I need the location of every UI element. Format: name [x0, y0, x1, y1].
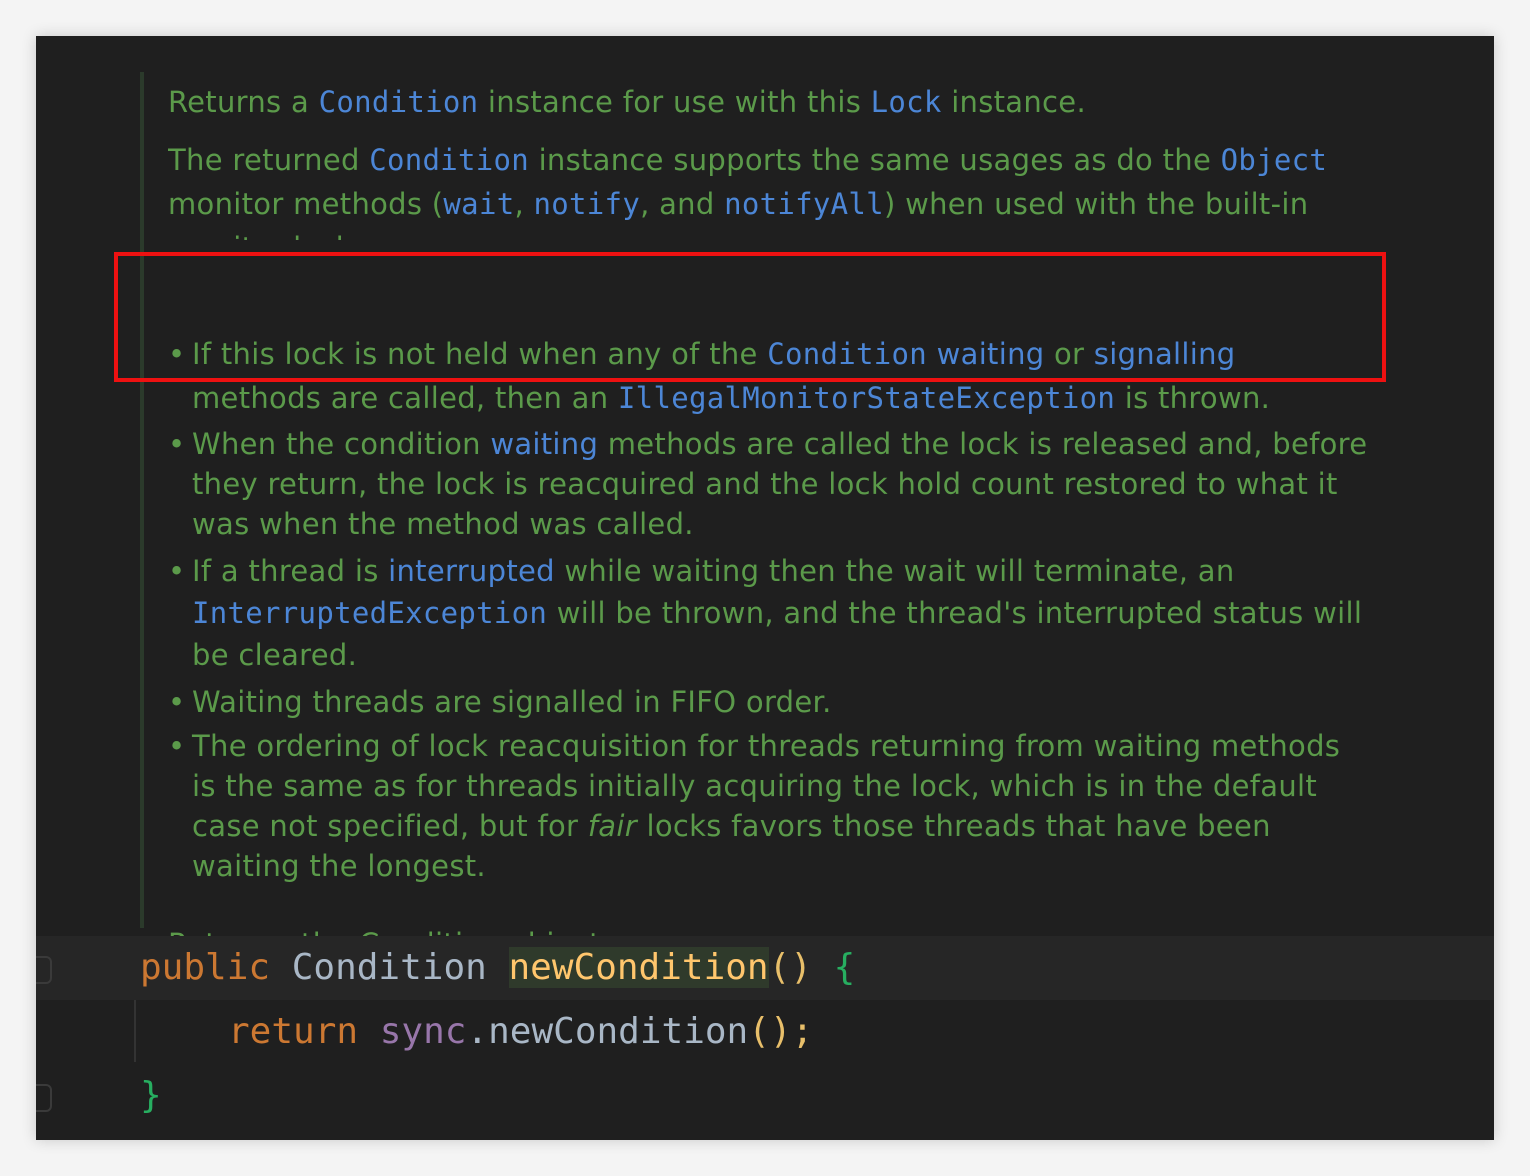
- type-condition[interactable]: Condition: [292, 947, 487, 988]
- doc-text: while waiting then the wait will termina…: [554, 554, 1235, 588]
- doc-text: Returns a: [168, 85, 319, 119]
- doc-text: The returned: [168, 143, 370, 177]
- doc-text: , and: [640, 187, 725, 221]
- list-item: • When the condition waiting methods are…: [168, 424, 1372, 544]
- doc-text: If a thread is: [192, 554, 389, 588]
- close-brace: }: [140, 1075, 162, 1116]
- method-call-newcondition[interactable]: newCondition: [488, 1011, 748, 1052]
- list-item: • Waiting threads are signalled in FIFO …: [168, 680, 1372, 724]
- dot: .: [466, 1011, 489, 1052]
- semicolon: ;: [791, 1011, 814, 1052]
- doc-link-object[interactable]: Object: [1221, 143, 1328, 177]
- doc-link-lock[interactable]: Lock: [871, 85, 942, 119]
- bullet-icon: •: [168, 729, 186, 763]
- method-name-newcondition[interactable]: newCondition: [508, 947, 769, 988]
- doc-text: Waiting threads are signalled in FIFO or…: [192, 685, 832, 719]
- red-highlight-rectangle: [114, 252, 1386, 382]
- bullet-icon: •: [168, 554, 186, 588]
- doc-link-waiting[interactable]: waiting: [490, 427, 598, 461]
- keyword-return: return: [228, 1011, 359, 1052]
- doc-paragraph-usage: The returned Condition instance supports…: [168, 138, 1388, 240]
- doc-paragraph-clip: The returned Condition instance supports…: [168, 138, 1388, 240]
- doc-link-notify[interactable]: notify: [534, 187, 641, 221]
- doc-paragraph-summary: Returns a Condition instance for use wit…: [168, 80, 1086, 124]
- open-brace: {: [833, 947, 856, 988]
- field-sync[interactable]: sync: [380, 1011, 467, 1052]
- doc-text: instance.: [941, 85, 1086, 119]
- doc-text: monitor methods (: [168, 187, 444, 221]
- parentheses: (): [748, 1011, 792, 1052]
- code-line-2[interactable]: return sync.newCondition();: [228, 1000, 813, 1064]
- code-line-1[interactable]: public Condition newCondition() {: [140, 936, 855, 1000]
- doc-link-wait[interactable]: wait: [443, 187, 514, 221]
- doc-emphasis-fair: fair: [587, 809, 637, 843]
- code-line-3[interactable]: }: [140, 1064, 162, 1128]
- bullet-icon: •: [168, 685, 186, 719]
- doc-text: instance supports the same usages as do …: [529, 143, 1221, 177]
- fold-marker-icon[interactable]: [36, 956, 52, 984]
- doc-comment-bar: [140, 72, 144, 928]
- doc-link-interrupted[interactable]: interrupted: [388, 554, 555, 588]
- list-item: • If a thread is interrupted while waiti…: [168, 550, 1372, 676]
- fold-marker-icon[interactable]: [36, 1084, 52, 1112]
- doc-link-interruptedexception[interactable]: InterruptedException: [192, 596, 547, 630]
- doc-text: instance for use with this: [478, 85, 871, 119]
- doc-link-condition[interactable]: Condition: [319, 85, 479, 119]
- doc-link-illegalmonitorstateexception[interactable]: IllegalMonitorStateException: [618, 381, 1115, 415]
- editor-window: Returns a Condition instance for use wit…: [36, 36, 1494, 1140]
- list-item: • The ordering of lock reacquisition for…: [168, 726, 1372, 886]
- parentheses: (): [768, 947, 812, 988]
- indent-guide: [134, 1000, 136, 1062]
- doc-text: is thrown.: [1115, 381, 1271, 415]
- doc-text: methods are called, then an: [192, 381, 618, 415]
- doc-link-condition[interactable]: Condition: [369, 143, 529, 177]
- bullet-icon: •: [168, 427, 186, 461]
- keyword-public: public: [140, 947, 271, 988]
- doc-text: ,: [514, 187, 534, 221]
- doc-text: When the condition: [192, 427, 491, 461]
- doc-link-notifyall[interactable]: notifyAll: [724, 187, 884, 221]
